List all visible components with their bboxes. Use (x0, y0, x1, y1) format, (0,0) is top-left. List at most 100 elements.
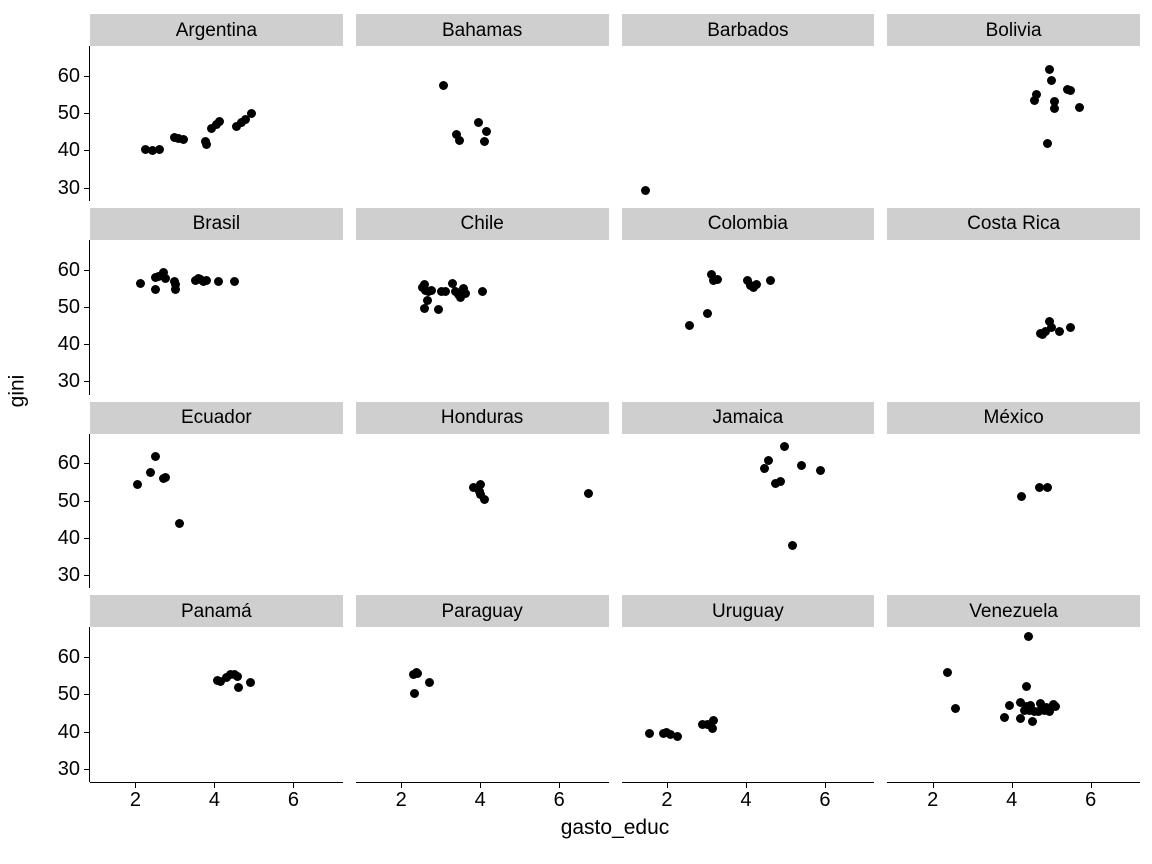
y-axis-tick-label: 40 (57, 720, 80, 743)
data-point (780, 441, 790, 451)
y-axis-tick (84, 463, 89, 465)
data-point (425, 677, 435, 687)
y-axis-tick-label: 30 (57, 757, 80, 780)
x-axis-title: gasto_educ (560, 816, 670, 839)
data-point (460, 288, 470, 298)
plot-area (90, 239, 343, 395)
data-point (1017, 491, 1027, 501)
data-point (480, 495, 490, 505)
facet-panel-bolivia: Bolivia (887, 14, 1140, 201)
data-point (1043, 483, 1053, 493)
x-axis-line (621, 782, 875, 783)
plot-area (621, 239, 875, 395)
y-axis-line (89, 433, 90, 589)
y-axis-tick-label: 60 (57, 452, 80, 475)
x-axis-tick (135, 783, 137, 788)
y-axis-tick (84, 306, 89, 308)
y-axis-tick (84, 731, 89, 733)
y-axis-tick-label: 60 (57, 646, 80, 669)
data-point (175, 519, 185, 529)
y-axis-tick (84, 657, 89, 659)
facet-panel-paraguay: Paraguay (355, 595, 609, 782)
x-axis-tick (932, 783, 934, 788)
y-axis-tick (84, 187, 89, 189)
data-point (1051, 701, 1061, 711)
plot-area (355, 433, 609, 589)
data-point (797, 460, 807, 470)
data-point (202, 276, 211, 286)
data-point (943, 667, 953, 677)
plot-area (90, 46, 343, 201)
facet-strip-label: Bolivia (887, 14, 1140, 46)
facet-strip-label: Ecuador (90, 401, 343, 434)
facet-panel-chile: Chile (355, 207, 609, 395)
facet-strip-label: Argentina (90, 14, 343, 46)
data-point (1034, 483, 1044, 493)
data-point (214, 117, 224, 127)
data-point (427, 285, 437, 295)
facet-panel-barbados: Barbados (621, 14, 875, 201)
data-point (145, 468, 155, 478)
data-point (410, 689, 420, 699)
x-axis-tick-label: 4 (740, 789, 752, 811)
facet-panel-venezuela: Venezuela (887, 595, 1140, 782)
x-axis-tick-label: 4 (208, 789, 220, 811)
facet-panel-uruguay: Uruguay (621, 595, 875, 782)
data-point (788, 541, 797, 551)
x-axis-tick-label: 4 (1006, 789, 1018, 811)
plot-area (621, 46, 875, 201)
data-point (154, 144, 164, 154)
data-point (1055, 326, 1065, 336)
data-point (752, 279, 762, 289)
facet-strip-label: Uruguay (621, 595, 875, 628)
facet-strip-label: Jamaica (621, 401, 875, 434)
data-point (151, 284, 161, 294)
data-point (160, 473, 170, 482)
y-axis-tick-label: 30 (57, 370, 80, 393)
y-axis-line (89, 239, 90, 395)
facet-strip-label: Panamá (90, 595, 343, 628)
x-axis-tick (666, 783, 668, 788)
x-axis-tick (293, 783, 295, 788)
data-point (1049, 103, 1059, 113)
y-axis-tick-label: 40 (57, 333, 80, 356)
data-point (685, 321, 695, 330)
x-axis-line (887, 782, 1140, 783)
facet-strip-label: Costa Rica (887, 207, 1140, 240)
data-point (230, 277, 240, 286)
facet-panel-argentina: Argentina (90, 14, 343, 201)
data-point (765, 275, 775, 285)
facet-strip-label: México (887, 401, 1140, 434)
y-axis-tick (84, 694, 89, 696)
facet-strip-label: Barbados (621, 14, 875, 46)
plot-area (621, 433, 875, 589)
plot-area (355, 627, 609, 782)
x-axis-tick-label: 2 (129, 789, 141, 811)
data-point (419, 304, 429, 314)
data-point (1005, 701, 1015, 711)
data-point (213, 277, 223, 287)
data-point (151, 452, 161, 462)
facet-panel-brasil: Brasil (90, 207, 343, 395)
plot-area (355, 239, 609, 395)
facet-strip-label: Brasil (90, 207, 343, 240)
data-point (702, 308, 712, 318)
data-point (1075, 103, 1085, 113)
facet-strip-label: Colombia (621, 207, 875, 240)
x-axis-tick-label: 2 (395, 789, 407, 811)
data-point (1000, 712, 1010, 722)
x-axis-tick-label: 2 (661, 789, 673, 811)
data-point (455, 136, 465, 146)
x-axis-tick (824, 783, 826, 788)
facet-strip-label: Bahamas (355, 14, 609, 46)
x-axis-tick-label: 6 (1085, 789, 1097, 811)
plot-area (621, 627, 875, 782)
facet-strip-label: Paraguay (355, 595, 609, 628)
facet-panel-colombia: Colombia (621, 207, 875, 395)
facet-panel-panamá: Panamá (90, 595, 343, 782)
y-axis-tick-label: 60 (57, 64, 80, 87)
data-point (480, 136, 490, 146)
data-point (951, 703, 961, 713)
y-axis-tick-label: 30 (57, 564, 80, 587)
y-axis-tick (84, 113, 89, 115)
